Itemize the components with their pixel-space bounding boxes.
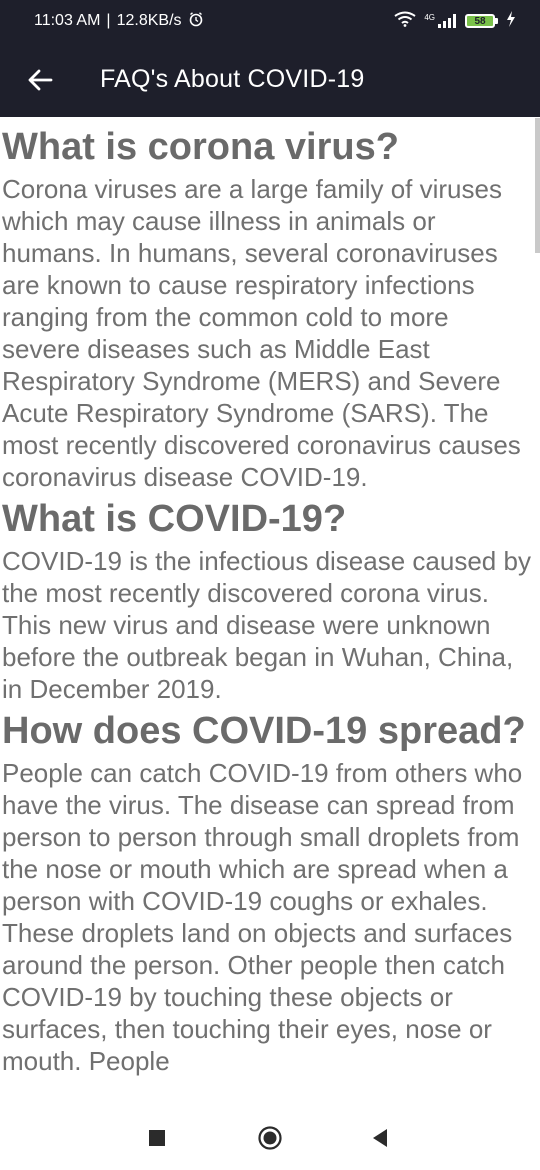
status-bar: 11:03 AM | 12.8KB/s 4G 58 (0, 0, 540, 42)
network-speed: 12.8KB/s (116, 12, 182, 29)
faq-answer: People can catch COVID-19 from others wh… (2, 758, 523, 1076)
home-icon (258, 1125, 282, 1150)
faq-item: What is corona virus? Corona viruses are… (2, 121, 540, 493)
page-title: FAQ's About COVID-19 (100, 65, 365, 93)
wifi-icon (394, 11, 416, 32)
signal-icon: 4G (424, 14, 457, 28)
charging-icon (506, 10, 516, 32)
battery-level: 58 (465, 14, 495, 28)
faq-answer: Corona viruses are a large family of vir… (2, 174, 521, 492)
faq-item: How does COVID-19 spread? People can cat… (2, 705, 540, 1077)
status-separator: | (106, 12, 111, 29)
faq-item: What is COVID-19? COVID-19 is the infect… (2, 493, 540, 705)
arrow-left-icon (28, 69, 53, 90)
back-triangle-icon (373, 1128, 387, 1147)
back-button[interactable] (10, 50, 70, 110)
alarm-icon (188, 11, 204, 32)
battery-tip (495, 18, 498, 24)
nav-back-button[interactable] (371, 1128, 389, 1148)
battery-icon: 58 (465, 14, 498, 28)
home-button[interactable] (257, 1125, 283, 1151)
network-type-label: 4G (424, 13, 435, 22)
status-left: 11:03 AM | 12.8KB/s (34, 11, 204, 32)
faq-content[interactable]: What is corona virus? Corona viruses are… (0, 117, 540, 1105)
faq-answer: COVID-19 is the infectious disease cause… (2, 546, 531, 704)
faq-question: What is corona virus? (2, 126, 399, 168)
recent-apps-button[interactable] (148, 1129, 166, 1147)
scrollbar[interactable] (535, 118, 540, 253)
recent-apps-icon (149, 1129, 165, 1146)
faq-question: What is COVID-19? (2, 498, 347, 540)
faq-question: How does COVID-19 spread? (2, 710, 526, 752)
system-nav-bar (0, 1105, 540, 1170)
app-bar: FAQ's About COVID-19 (0, 42, 540, 117)
status-right: 4G 58 (394, 10, 516, 32)
status-time: 11:03 AM (34, 12, 101, 29)
